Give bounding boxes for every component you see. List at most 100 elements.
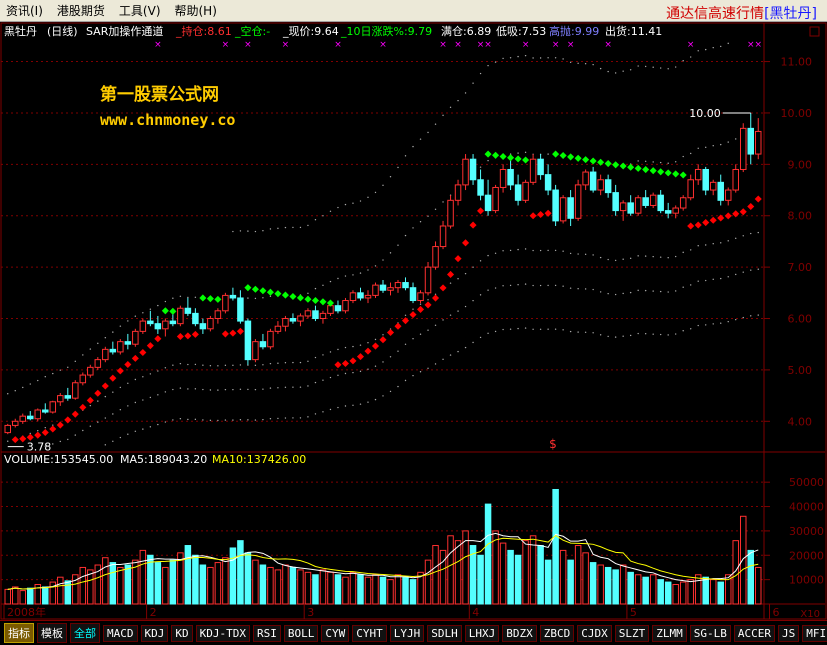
channel-dot [217, 365, 219, 367]
tab-mfi[interactable]: MFI [802, 624, 827, 642]
sar-long-dot [694, 221, 702, 229]
tab-cyw[interactable]: CYW [321, 624, 350, 642]
header-field-8: 低吸:7.53 [496, 25, 546, 38]
signal-marker: × [439, 40, 447, 50]
channel-dot [509, 328, 512, 330]
candle-down [642, 197, 649, 206]
candle-up [49, 401, 57, 413]
tab-macd[interactable]: MACD [103, 624, 138, 642]
tab-zbcd[interactable]: ZBCD [539, 624, 575, 642]
tab-rsi[interactable]: RSI [252, 624, 281, 642]
channel-dot [119, 386, 122, 389]
channel-dot [164, 367, 167, 369]
sar-long-dot [41, 428, 49, 437]
candle-up [649, 194, 657, 206]
tab-sdlh[interactable]: SDLH [427, 624, 462, 642]
tab-kdj[interactable]: KDJ [140, 624, 169, 642]
channel-dot [569, 252, 572, 255]
channel-dot [637, 255, 639, 257]
tab-boll[interactable]: BOLL [283, 624, 319, 642]
channel-dot [629, 69, 632, 71]
candle-down [469, 158, 477, 181]
channel-dot [232, 419, 234, 421]
tab-kdj-tdx[interactable]: KDJ-TDX [195, 624, 250, 642]
volume-bar-up [522, 540, 529, 605]
sar-short-dot [582, 156, 590, 164]
tab-slzt[interactable]: SLZT [614, 624, 650, 642]
menu-hk-futures[interactable]: 港股期货 [51, 2, 113, 19]
channel-dot [374, 338, 377, 341]
channel-dot [277, 387, 279, 389]
channel-dot [412, 374, 414, 377]
channel-dot [584, 253, 587, 256]
volume-bar-down [109, 562, 117, 605]
channel-dot [374, 265, 377, 267]
channel-dot [547, 57, 549, 59]
chart-area[interactable]: 11.00 10.00 9.00 8.00 7.00 6.00 5.00 4.00 50000 4… [0, 22, 827, 620]
sar-long-dot [447, 270, 455, 278]
channel-dot [479, 260, 482, 262]
sar-short-dot [664, 169, 672, 177]
tab-accer[interactable]: ACCER [733, 624, 775, 642]
sar-long-dot [739, 208, 747, 216]
volume-bar-up [12, 586, 19, 605]
channel-dot [112, 440, 114, 442]
channel-dot [254, 388, 257, 391]
menu-info[interactable]: 资讯(I) [0, 2, 51, 19]
candle-down [544, 174, 552, 191]
tab-js[interactable]: JS [777, 624, 800, 642]
channel-dot [712, 243, 714, 245]
channel-dot [367, 342, 369, 344]
channel-dot [562, 285, 564, 287]
tab-全部[interactable]: 全部 [70, 623, 100, 643]
signal-marker: × [222, 40, 230, 50]
channel-dot [712, 323, 714, 325]
tab-指标[interactable]: 指标 [4, 623, 34, 643]
volume-bar-up [672, 584, 679, 605]
channel-dot [134, 430, 137, 432]
candle-up [672, 207, 679, 214]
tab-模板[interactable]: 模板 [37, 623, 67, 643]
tab-bdzx[interactable]: BDZX [502, 624, 537, 642]
sar-short-dot [274, 290, 282, 298]
channel-dot [179, 295, 182, 297]
channel-dot [254, 230, 257, 233]
tab-lyjh[interactable]: LYJH [389, 624, 425, 642]
volume-bar-up [274, 569, 282, 605]
tab-sg-lb[interactable]: SG-LB [689, 624, 731, 642]
header-field-1: (日线) [47, 24, 78, 38]
channel-dot [735, 318, 737, 321]
channel-dot [735, 273, 737, 276]
volume-bar-down [379, 576, 387, 605]
kline-chart-svg[interactable]: 11.00 10.00 9.00 8.00 7.00 6.00 5.00 4.00 50000 4… [0, 22, 827, 620]
volume-bar-up [574, 545, 582, 605]
tab-cjdx[interactable]: CJDX [577, 624, 612, 642]
header-field-4: _空仓:- [234, 24, 270, 38]
date-axis-label: 2 [150, 606, 157, 619]
channel-dot [134, 378, 137, 381]
panel-toggle-icon[interactable] [809, 26, 820, 37]
channel-dot [352, 404, 354, 406]
candle-up [522, 181, 529, 201]
channel-dot [697, 147, 699, 149]
volume-bar-down [747, 549, 754, 605]
channel-dot [532, 249, 534, 252]
candle-up [559, 197, 567, 222]
tab-cyht[interactable]: CYHT [352, 624, 387, 642]
channel-dot [329, 280, 332, 283]
channel-dot [735, 138, 737, 140]
channel-dot [607, 70, 609, 73]
tab-kd[interactable]: KD [171, 624, 193, 642]
menu-help[interactable]: 帮助(H) [169, 2, 225, 19]
channel-dot [757, 314, 759, 316]
sar-long-dot [139, 348, 147, 357]
menu-tools[interactable]: 工具(V) [113, 2, 169, 19]
sar-long-dot [687, 222, 695, 230]
channel-dot [239, 364, 242, 366]
volume-bar-up [364, 576, 372, 605]
sar-long-dot [364, 347, 372, 355]
tab-zlmm[interactable]: ZLMM [652, 624, 687, 642]
channel-dot [667, 162, 669, 164]
tab-lhxj[interactable]: LHXJ [464, 624, 500, 642]
channel-dot [344, 203, 347, 206]
